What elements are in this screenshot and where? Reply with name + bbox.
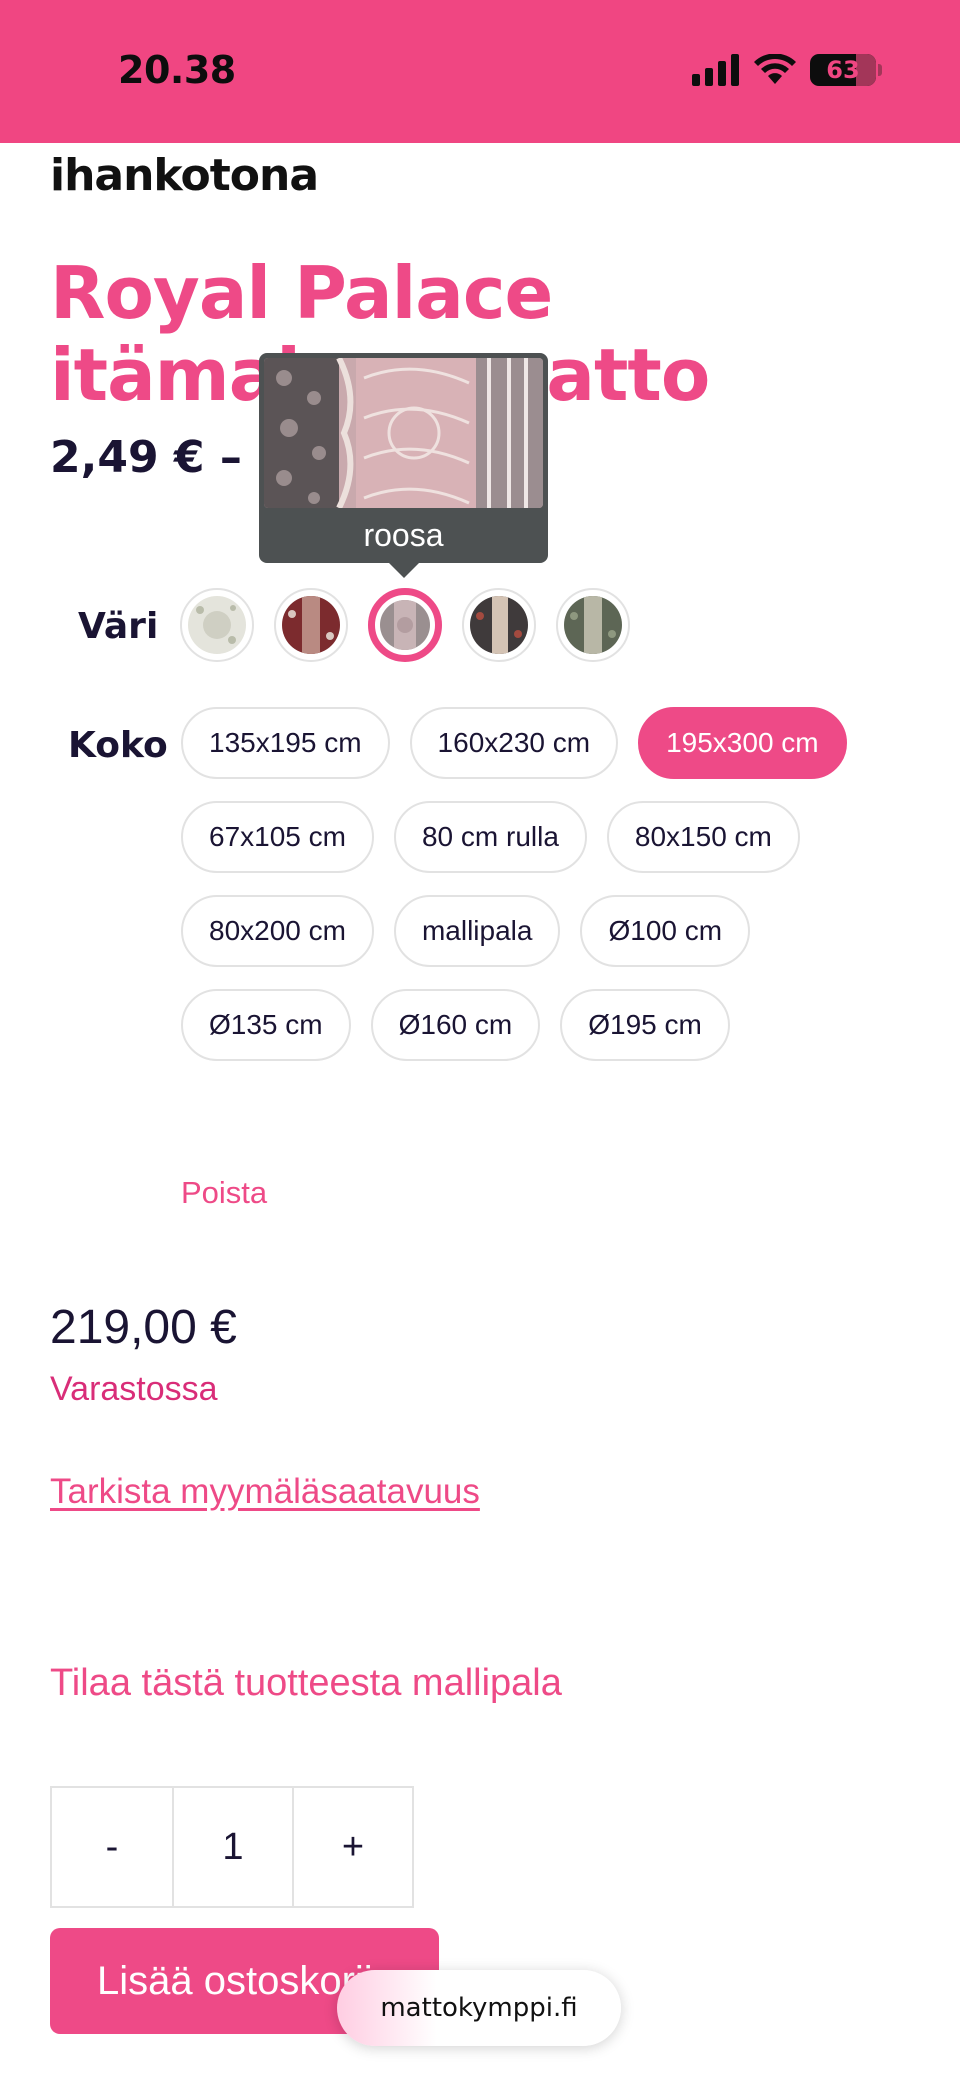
rug-preview-image: [264, 358, 543, 508]
size-option-mallipala[interactable]: mallipala: [393, 895, 561, 967]
size-option-80-rulla[interactable]: 80 cm rulla: [393, 801, 587, 873]
variant-price: 219,00 €: [50, 1301, 237, 1354]
battery-level: 63: [826, 56, 860, 84]
size-option-80x200[interactable]: 80x200 cm: [181, 895, 374, 967]
size-option-d195[interactable]: Ø195 cm: [560, 989, 730, 1061]
status-bar: 20.38 63: [0, 0, 960, 143]
wifi-icon: [754, 54, 796, 84]
size-option-67x105[interactable]: 67x105 cm: [181, 801, 374, 873]
quantity-stepper: - 1 +: [50, 1786, 414, 1908]
store-availability-link[interactable]: Tarkista myymäläsaatavuus: [50, 1472, 480, 1512]
size-option-80x150[interactable]: 80x150 cm: [606, 801, 800, 873]
tooltip-label: roosa: [363, 517, 444, 553]
cellular-signal-icon: [692, 54, 739, 86]
size-options: 135x195 cm 160x230 cm 195x300 cm 67x105 …: [181, 707, 881, 1061]
tooltip-arrow: [389, 563, 419, 578]
swatch-tooltip: roosa: [259, 353, 548, 578]
status-time: 20.38: [118, 48, 236, 92]
color-swatch-light[interactable]: [180, 588, 254, 662]
clear-selection-link[interactable]: Poista: [181, 1175, 267, 1211]
size-option-160x230[interactable]: 160x230 cm: [409, 707, 619, 779]
quantity-input[interactable]: 1: [172, 1788, 292, 1906]
color-swatches: [180, 588, 630, 662]
status-icons: 63: [692, 52, 882, 88]
size-option-d100[interactable]: Ø100 cm: [580, 895, 751, 967]
site-logo[interactable]: ihankotona: [50, 150, 319, 201]
quantity-decrease-button[interactable]: -: [52, 1788, 172, 1906]
order-sample-link[interactable]: Tilaa tästä tuotteesta mallipala: [50, 1662, 562, 1705]
size-option-135x195[interactable]: 135x195 cm: [181, 707, 390, 779]
size-label: Koko: [68, 725, 168, 766]
color-swatch-roosa[interactable]: [368, 588, 442, 662]
color-label: Väri: [78, 606, 159, 647]
color-swatch-red[interactable]: [274, 588, 348, 662]
size-option-195x300[interactable]: 195x300 cm: [638, 707, 847, 779]
battery-icon: 63: [810, 54, 876, 86]
quantity-increase-button[interactable]: +: [292, 1788, 412, 1906]
stock-status: Varastossa: [50, 1370, 218, 1408]
price-range: 2,49 € – 2: [50, 432, 288, 483]
battery-tip: [878, 64, 882, 76]
browser-url-bar[interactable]: mattokymppi.fi: [337, 1970, 621, 2046]
size-option-d160[interactable]: Ø160 cm: [370, 989, 541, 1061]
color-swatch-dark[interactable]: [462, 588, 536, 662]
color-swatch-green[interactable]: [556, 588, 630, 662]
size-option-d135[interactable]: Ø135 cm: [181, 989, 351, 1061]
